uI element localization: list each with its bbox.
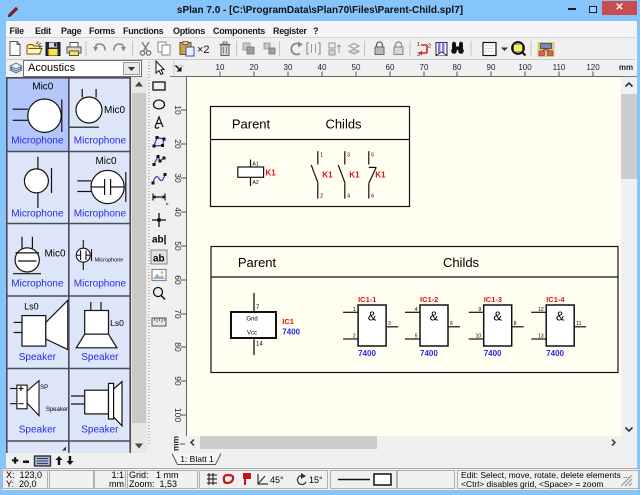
svg-text:SP: SP [40,385,48,391]
svg-text:4: 4 [415,307,418,313]
svg-text:Vcc: Vcc [247,331,257,337]
svg-text:Ls0: Ls0 [110,318,124,328]
svg-text:10: 10 [476,334,482,340]
svg-text:50: 50 [352,63,361,72]
svg-text:Ls0: Ls0 [24,302,39,312]
svg-text:2: 2 [353,334,356,340]
svg-text:IC1: IC1 [282,317,294,326]
svg-text:90: 90 [487,63,496,72]
svg-text:40: 40 [318,63,327,72]
svg-text:100: 100 [518,63,532,72]
svg-text:IC1-1: IC1-1 [358,295,376,304]
svg-text:IC1-3: IC1-3 [484,295,502,304]
svg-text:A2: A2 [253,180,259,186]
svg-text:3: 3 [417,52,420,58]
svg-text:1: 1 [320,153,323,159]
svg-text:3: 3 [388,321,391,327]
svg-text:7400: 7400 [282,328,300,337]
svg-text:Microphone: Microphone [74,209,127,220]
svg-text:K1: K1 [266,169,277,178]
svg-text:20: 20 [250,63,259,72]
svg-text:Microphone: Microphone [11,136,64,147]
svg-text:&: & [556,309,565,324]
svg-text:15°: 15° [309,475,323,485]
svg-text:Speaker: Speaker [81,352,119,363]
svg-text:5: 5 [371,153,374,159]
svg-text:120: 120 [586,63,600,72]
svg-text:×2: ×2 [197,44,210,56]
svg-text:10: 10 [216,63,225,72]
svg-text:3: 3 [347,153,350,159]
svg-text:Childs: Childs [325,117,362,132]
svg-text:mm: mm [619,63,633,72]
svg-text:Mic0: Mic0 [44,249,66,260]
svg-text:70: 70 [420,63,429,72]
svg-text:IC1-4: IC1-4 [546,295,565,304]
svg-text:110: 110 [553,63,566,72]
svg-text:Parent: Parent [232,117,271,132]
svg-text:2: 2 [320,194,323,200]
svg-text:7400: 7400 [420,349,438,358]
svg-text:6: 6 [371,194,374,200]
svg-text:7: 7 [256,305,260,311]
svg-text:Microphone: Microphone [74,279,127,290]
svg-text:Mic0: Mic0 [95,156,117,167]
svg-text:K1: K1 [322,171,333,180]
svg-text:Speaker: Speaker [19,425,57,436]
svg-text:mm: mm [171,435,181,451]
svg-text:Microphone: Microphone [11,279,64,290]
svg-text:&: & [493,309,502,324]
svg-text:&: & [368,309,377,324]
svg-text:IC1-2: IC1-2 [420,295,438,304]
svg-text:1: 1 [353,307,356,313]
svg-text:60: 60 [386,63,395,72]
svg-text:9: 9 [478,307,481,313]
svg-text:Speaker: Speaker [19,352,57,363]
svg-text:14: 14 [256,342,263,348]
svg-text:Microphone: Microphone [11,209,64,220]
svg-text:Mic0: Mic0 [104,105,126,116]
svg-text:Gnd: Gnd [246,317,257,323]
svg-text:30: 30 [284,63,293,72]
svg-text:Mic0: Mic0 [32,82,54,93]
svg-text:ab: ab [153,254,165,265]
svg-text:1: Blatt 1: 1: Blatt 1 [180,454,214,464]
svg-text:11: 11 [576,321,581,327]
svg-text:K1: K1 [375,171,386,180]
svg-text:4: 4 [347,194,350,200]
svg-text:7400: 7400 [546,349,564,358]
svg-text:ab|: ab| [152,235,167,246]
svg-text:5: 5 [415,334,418,340]
svg-text:2: 2 [428,44,431,50]
svg-text:1: 1 [417,42,420,48]
svg-text:Childs: Childs [443,255,480,270]
svg-text:Microphone: Microphone [74,136,127,147]
svg-text:12: 12 [538,307,544,313]
svg-text:Parent: Parent [238,255,277,270]
svg-text:K1: K1 [349,171,360,180]
svg-text:&: & [430,309,439,324]
svg-text:Microphone: Microphone [95,258,124,264]
svg-text:Speaker: Speaker [46,407,68,413]
svg-text:45°: 45° [270,475,284,485]
svg-text:A1: A1 [253,162,259,168]
svg-text:Speaker: Speaker [81,425,119,436]
svg-text:8: 8 [514,321,517,327]
svg-text:80: 80 [453,63,462,72]
svg-text:7400: 7400 [484,349,502,358]
svg-text:13: 13 [538,334,544,340]
svg-text:7400: 7400 [358,349,376,358]
svg-text:6: 6 [450,321,453,327]
